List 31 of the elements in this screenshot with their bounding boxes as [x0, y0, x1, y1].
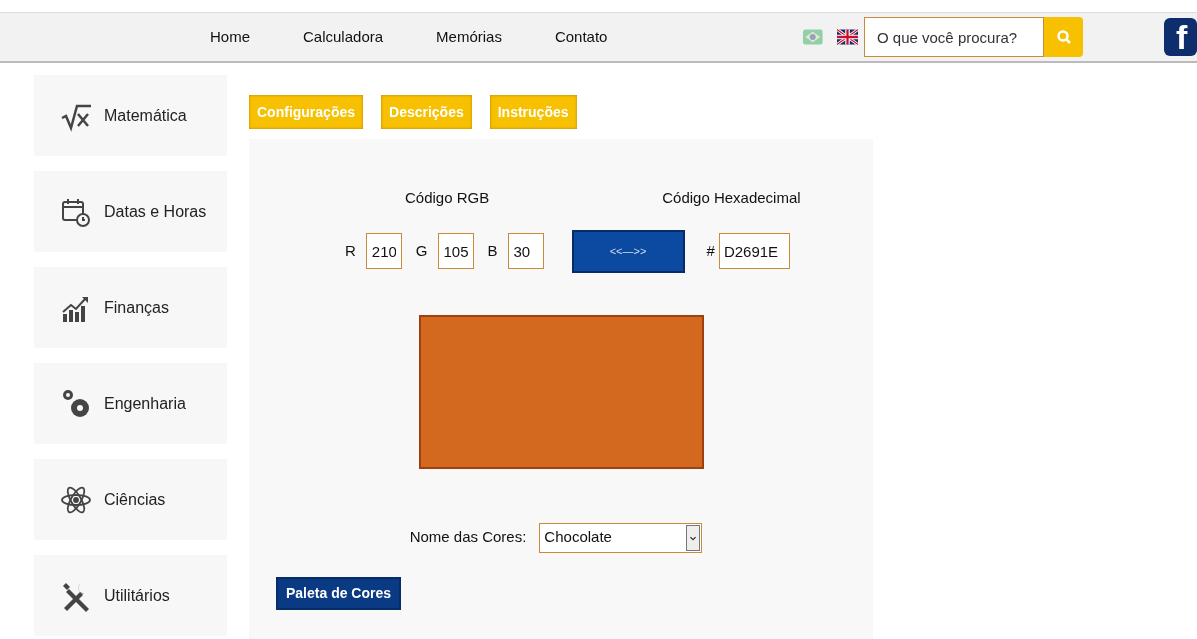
- search-icon: [1055, 29, 1072, 45]
- color-name-label: Nome das Cores:: [409, 527, 527, 548]
- color-name-select[interactable]: Chocolate: [539, 522, 703, 553]
- palette-button[interactable]: Paleta de Cores: [276, 576, 402, 610]
- uk-flag-icon[interactable]: [837, 27, 858, 47]
- sidebar-item[interactable]: Utilitários: [34, 555, 227, 636]
- sidebar-item[interactable]: Matemática: [34, 75, 227, 156]
- sidebar-item[interactable]: Engenharia: [34, 363, 227, 444]
- nav-link[interactable]: Contato: [554, 25, 608, 49]
- channel-label: R: [345, 240, 356, 261]
- nav-link[interactable]: Memórias: [436, 25, 502, 49]
- hex-input[interactable]: D2691E: [718, 233, 790, 269]
- sidebar-item[interactable]: Ciências: [34, 459, 227, 540]
- hex-code-title: Código Hexadecimal: [662, 188, 801, 208]
- swap-button[interactable]: <<—>>: [571, 229, 685, 273]
- rgb-code-title: Código RGB: [405, 188, 490, 208]
- channel-input[interactable]: 210: [365, 233, 402, 269]
- nav-link[interactable]: Calculadora: [303, 25, 384, 49]
- search-button[interactable]: [1044, 17, 1083, 57]
- channel-label: G: [415, 240, 428, 261]
- brazil-flag-icon[interactable]: [803, 27, 823, 47]
- channel-label: B: [487, 240, 498, 261]
- nav-link[interactable]: Home: [210, 25, 250, 49]
- channel-input[interactable]: 30: [507, 233, 544, 269]
- hex-prefix: #: [706, 240, 715, 261]
- sidebar-item[interactable]: Finanças: [34, 267, 227, 348]
- search-field[interactable]: O que você procura?: [864, 17, 1044, 57]
- chevron-down-icon: [686, 524, 701, 551]
- channel-input[interactable]: 105: [437, 233, 474, 269]
- facebook-link[interactable]: f: [1164, 18, 1197, 56]
- sidebar-item[interactable]: Datas e Horas: [34, 171, 227, 252]
